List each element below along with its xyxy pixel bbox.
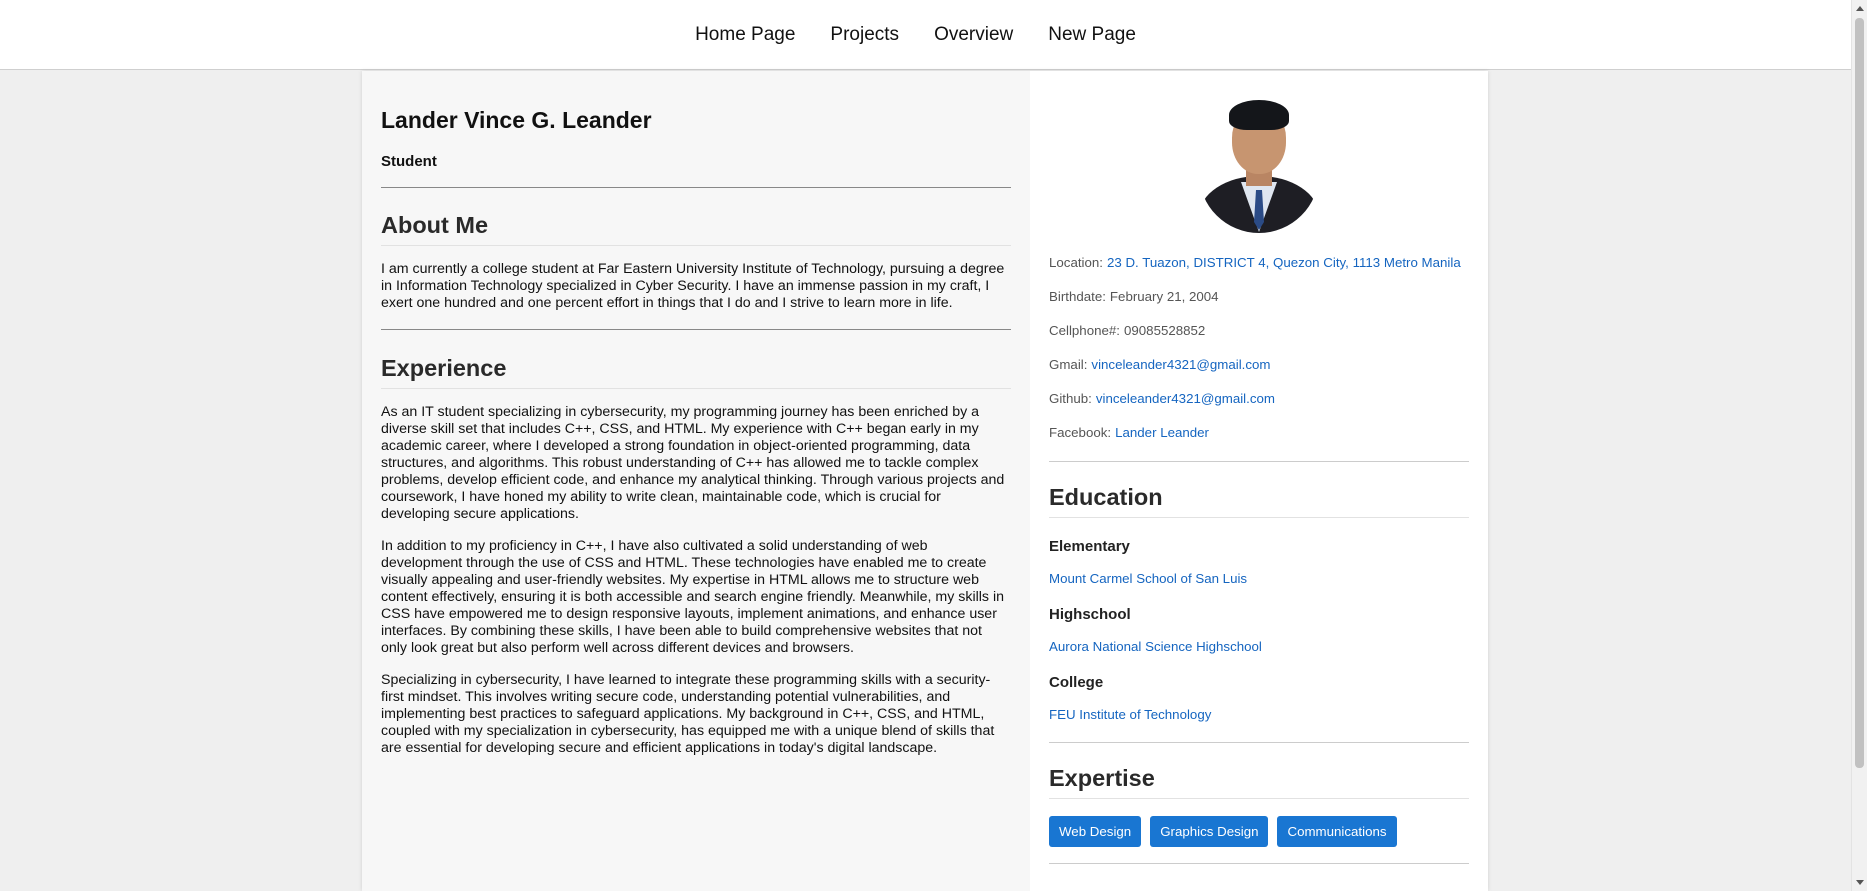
github-link[interactable]: vinceleander4321@gmail.com (1096, 391, 1275, 406)
contact-info: Location: 23 D. Tuazon, DISTRICT 4, Quez… (1049, 245, 1469, 449)
nav-new-page[interactable]: New Page (1048, 24, 1136, 46)
cellphone-row: Cellphone#: 09085528852 (1049, 313, 1469, 347)
education-title: Education (1049, 484, 1469, 518)
about-text: I am currently a college student at Far … (381, 260, 1005, 311)
expertise-tags: Web Design Graphics Design Communication… (1049, 816, 1469, 847)
main-column: Lander Vince G. Leander Student About Me… (362, 71, 1030, 891)
location-label: Location: (1049, 254, 1103, 270)
experience-paragraph: In addition to my proficiency in C++, I … (381, 537, 1004, 656)
birthdate-row: Birthdate: February 21, 2004 (1049, 279, 1469, 313)
profile-name: Lander Vince G. Leander (381, 107, 652, 133)
location-link[interactable]: 23 D. Tuazon, DISTRICT 4, Quezon City, 1… (1107, 255, 1461, 270)
gmail-row: Gmail: vinceleander4321@gmail.com (1049, 347, 1469, 381)
birthdate-label: Birthdate: (1049, 288, 1106, 304)
top-navigation: Home Page Projects Overview New Page (0, 0, 1851, 70)
divider (1049, 742, 1469, 743)
divider (1049, 863, 1469, 864)
expertise-tag-communications[interactable]: Communications (1277, 816, 1397, 847)
scroll-thumb[interactable] (1855, 18, 1864, 768)
experience-paragraph: Specializing in cybersecurity, I have le… (381, 671, 995, 756)
expertise-tag-graphics-design[interactable]: Graphics Design (1150, 816, 1269, 847)
resume-card: Lander Vince G. Leander Student About Me… (362, 71, 1488, 891)
education-level: Highschool (1049, 606, 1131, 623)
divider (381, 328, 1011, 330)
education-school-link[interactable]: FEU Institute of Technology (1049, 707, 1469, 722)
nav-projects[interactable]: Projects (830, 24, 899, 46)
gmail-link[interactable]: vinceleander4321@gmail.com (1091, 357, 1270, 372)
birthdate-value: February 21, 2004 (1109, 288, 1219, 304)
divider (381, 186, 1011, 188)
facebook-link[interactable]: Lander Leander (1115, 425, 1209, 440)
education-school-link[interactable]: Aurora National Science Highschool (1049, 639, 1469, 654)
github-row: Github: vinceleander4321@gmail.com (1049, 381, 1469, 415)
education-school-link[interactable]: Mount Carmel School of San Luis (1049, 571, 1469, 586)
github-label: Github: (1049, 390, 1092, 406)
scroll-up-arrow-icon[interactable] (1856, 6, 1864, 11)
gmail-label: Gmail: (1049, 356, 1088, 372)
cellphone-value: 09085528852 (1123, 322, 1206, 338)
facebook-label: Facebook: (1049, 424, 1112, 440)
facebook-row: Facebook: Lander Leander (1049, 415, 1469, 449)
education-level: College (1049, 674, 1104, 691)
expertise-title: Expertise (1049, 765, 1469, 799)
divider (1049, 461, 1469, 462)
scroll-down-arrow-icon[interactable] (1856, 880, 1864, 885)
profile-role: Student (381, 152, 437, 170)
nav-home-page[interactable]: Home Page (695, 24, 795, 46)
education-level: Elementary (1049, 538, 1130, 555)
nav-overview[interactable]: Overview (934, 24, 1013, 46)
profile-photo (1199, 98, 1319, 233)
side-column: Location: 23 D. Tuazon, DISTRICT 4, Quez… (1030, 71, 1488, 891)
experience-paragraph: As an IT student specializing in cyberse… (381, 403, 1005, 522)
experience-title: Experience (381, 355, 1011, 389)
page-scrollbar[interactable] (1851, 0, 1867, 891)
location-row: Location: 23 D. Tuazon, DISTRICT 4, Quez… (1049, 245, 1469, 279)
about-title: About Me (381, 212, 1011, 246)
cellphone-label: Cellphone#: (1049, 322, 1120, 338)
expertise-tag-web-design[interactable]: Web Design (1049, 816, 1142, 847)
